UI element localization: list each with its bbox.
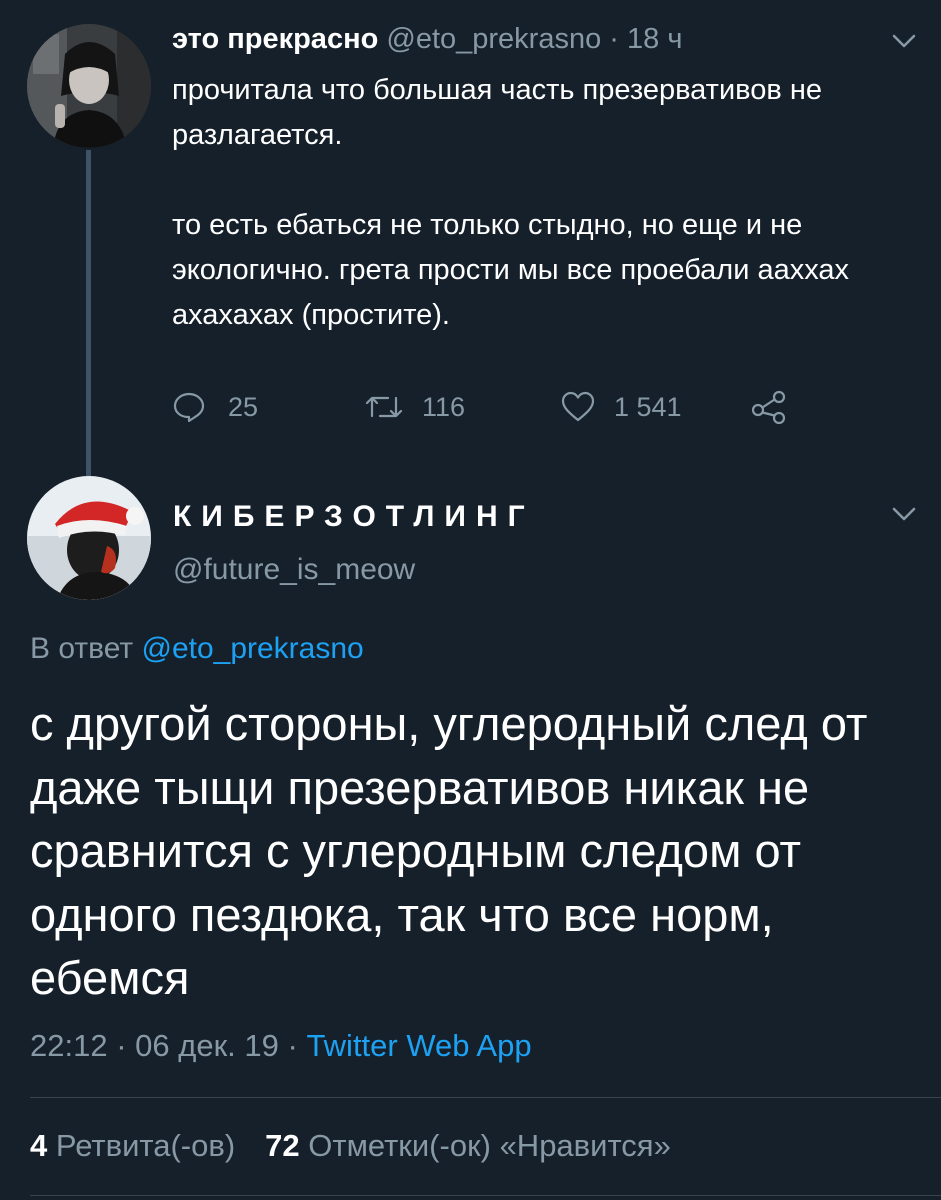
divider (30, 1097, 941, 1098)
reply-metadata: 22:12 · 06 дек. 19 · Twitter Web App (30, 1028, 532, 1064)
reply-date: 06 дек. 19 (135, 1028, 279, 1063)
like-total: 72 (265, 1128, 300, 1163)
reply-context: В ответ @eto_prekrasno (30, 632, 364, 666)
retweet-label: Ретвита(-ов) (55, 1128, 236, 1163)
parent-tweet-paragraph: прочитала что большая часть презервативо… (172, 74, 822, 151)
reply-count: 25 (228, 391, 259, 422)
divider (30, 1195, 941, 1196)
source-link[interactable]: Twitter Web App (306, 1028, 531, 1063)
reply-prefix: В ответ (30, 632, 134, 665)
parent-tweet-header: это прекрасно @eto_prekrasno · 18 ч (172, 22, 682, 56)
share-button[interactable] (750, 390, 788, 424)
parent-tweet-paragraph: то есть ебаться не только стыдно, но еще… (172, 209, 850, 331)
thread-connector-line (86, 150, 91, 476)
parent-display-name[interactable]: это прекрасно (172, 23, 378, 55)
reply-display-name[interactable]: КИБЕРЗОТЛИНГ (173, 500, 535, 534)
reply-icon (173, 392, 205, 423)
reply-tweet-text: с другой стороны, углеродный след от даж… (30, 697, 868, 1004)
parent-handle[interactable]: @eto_prekrasno (386, 23, 601, 55)
reply-handle[interactable]: @future_is_meow (173, 553, 415, 587)
retweet-button[interactable]: 116 (364, 390, 465, 424)
parent-tweet-text: прочитала что большая часть презервативо… (172, 68, 902, 338)
retweet-icon (365, 396, 403, 418)
heart-icon (561, 391, 595, 422)
meta-separator: · (287, 1028, 298, 1063)
likes-stat[interactable]: 72 Отметки(-ок) «Нравится» (265, 1128, 671, 1163)
reply-button[interactable]: 25 (172, 390, 258, 424)
engagement-stats: 4 Ретвита(-ов) 72 Отметки(-ок) «Нравится» (30, 1128, 671, 1164)
like-count: 1 541 (614, 391, 682, 422)
meta-separator: · (609, 23, 619, 55)
share-icon (751, 390, 786, 424)
retweet-total: 4 (30, 1128, 48, 1163)
like-button[interactable]: 1 541 (560, 390, 682, 424)
retweet-count: 116 (422, 391, 466, 422)
reply-more-chevron-icon[interactable] (891, 505, 917, 528)
parent-avatar[interactable] (27, 24, 151, 148)
parent-tweet-actions: 25 116 1 541 (172, 390, 812, 434)
reply-time: 22:12 (30, 1028, 108, 1063)
like-label: Отметки(-ок) «Нравится» (308, 1128, 671, 1163)
meta-separator: · (116, 1028, 127, 1063)
parent-timestamp[interactable]: 18 ч (627, 23, 682, 55)
parent-more-chevron-icon[interactable] (891, 32, 917, 55)
retweets-stat[interactable]: 4 Ретвита(-ов) (30, 1128, 235, 1163)
reply-avatar[interactable] (27, 476, 151, 600)
reply-to-link[interactable]: @eto_prekrasno (141, 632, 363, 665)
